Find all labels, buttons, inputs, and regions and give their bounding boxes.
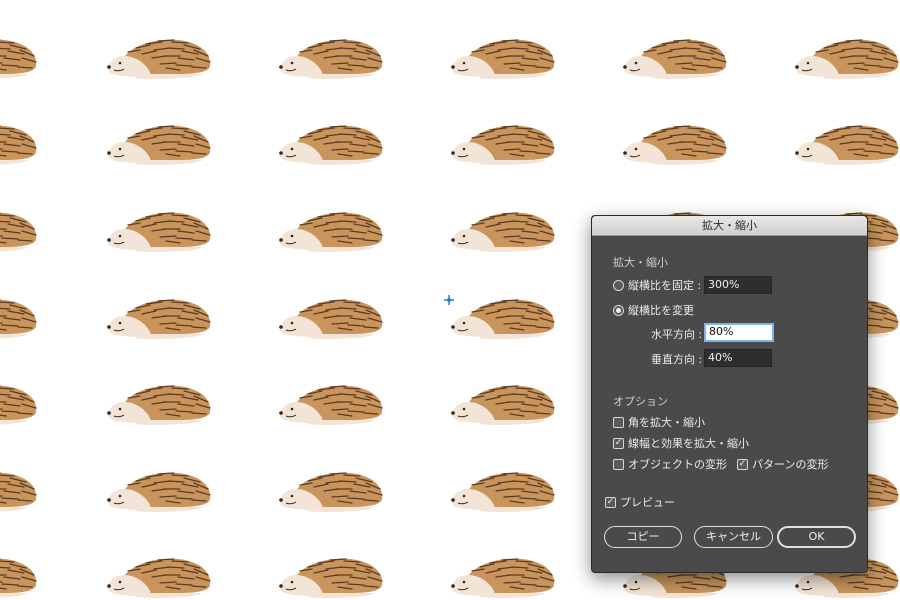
scale-dialog: 拡大・縮小 拡大・縮小 縦横比を固定 : 300% 縦横比を変更 水平方向 : … — [591, 215, 868, 573]
hedgehog-icon[interactable] — [0, 207, 44, 253]
scale-section-label: 拡大・縮小 — [613, 256, 668, 269]
hedgehog-icon[interactable] — [794, 120, 900, 166]
hedgehog-icon[interactable] — [0, 380, 44, 426]
hedgehog-icon[interactable] — [278, 467, 390, 513]
checkmark-icon: ✓ — [614, 437, 623, 448]
preview-label: プレビュー — [620, 496, 675, 509]
vertical-scale-input[interactable]: 40% — [704, 349, 772, 367]
hedgehog-icon[interactable] — [450, 207, 562, 253]
hedgehog-icon[interactable] — [450, 34, 562, 80]
vertical-label: 垂直方向 : — [651, 353, 703, 366]
hedgehog-icon[interactable] — [106, 467, 218, 513]
scale-strokes-checkbox[interactable]: ✓ — [613, 437, 624, 449]
hedgehog-icon[interactable] — [0, 553, 44, 599]
uniform-radio[interactable] — [613, 279, 624, 291]
hedgehog-icon[interactable] — [794, 34, 900, 80]
hedgehog-icon[interactable] — [0, 34, 44, 80]
transform-patterns-checkbox[interactable]: ✓ — [737, 458, 748, 470]
hedgehog-icon[interactable] — [278, 294, 390, 340]
nonuniform-radio[interactable] — [613, 304, 624, 316]
hedgehog-icon[interactable] — [450, 553, 562, 599]
hedgehog-icon[interactable] — [106, 294, 218, 340]
hedgehog-icon[interactable] — [106, 553, 218, 599]
hedgehog-icon[interactable] — [0, 467, 44, 513]
scale-strokes-label: 線幅と効果を拡大・縮小 — [628, 437, 749, 450]
hedgehog-icon[interactable] — [278, 380, 390, 426]
hedgehog-icon[interactable] — [106, 120, 218, 166]
hedgehog-icon[interactable] — [278, 207, 390, 253]
hedgehog-icon[interactable] — [0, 120, 44, 166]
scale-corners-option[interactable]: 角を拡大・縮小 — [613, 414, 705, 430]
hedgehog-icon[interactable] — [278, 120, 390, 166]
hedgehog-icon[interactable] — [622, 34, 734, 80]
uniform-scale-input[interactable]: 300% — [704, 276, 772, 294]
transform-patterns-option[interactable]: ✓ パターンの変形 — [737, 456, 828, 472]
hedgehog-icon[interactable] — [106, 34, 218, 80]
scale-corners-label: 角を拡大・縮小 — [628, 416, 705, 429]
transform-objects-checkbox[interactable] — [613, 458, 624, 470]
hedgehog-icon[interactable] — [450, 380, 562, 426]
horizontal-scale-input[interactable]: 80% — [704, 323, 774, 342]
dialog-title[interactable]: 拡大・縮小 — [592, 216, 867, 236]
hedgehog-icon[interactable] — [106, 380, 218, 426]
hedgehog-icon[interactable] — [450, 120, 562, 166]
hedgehog-icon[interactable] — [278, 553, 390, 599]
scale-corners-checkbox[interactable] — [613, 416, 624, 428]
preview-option[interactable]: ✓ プレビュー — [605, 494, 675, 510]
checkmark-icon: ✓ — [738, 458, 747, 469]
hedgehog-icon[interactable] — [106, 207, 218, 253]
scale-strokes-option[interactable]: ✓ 線幅と効果を拡大・縮小 — [613, 435, 749, 451]
ok-button[interactable]: OK — [777, 526, 856, 548]
uniform-option[interactable]: 縦横比を固定 : — [613, 277, 701, 293]
cancel-button[interactable]: キャンセル — [694, 526, 773, 548]
horizontal-label: 水平方向 : — [651, 328, 703, 341]
transform-objects-option[interactable]: オブジェクトの変形 — [613, 456, 727, 472]
hedgehog-icon[interactable] — [278, 34, 390, 80]
hedgehog-icon[interactable] — [622, 120, 734, 166]
options-section-label: オプション — [613, 395, 668, 408]
nonuniform-option[interactable]: 縦横比を変更 — [613, 302, 694, 318]
preview-checkbox[interactable]: ✓ — [605, 496, 616, 508]
hedgehog-icon[interactable] — [0, 294, 44, 340]
nonuniform-label: 縦横比を変更 — [628, 304, 694, 317]
transform-objects-label: オブジェクトの変形 — [628, 458, 727, 471]
hedgehog-icon[interactable] — [450, 294, 562, 340]
hedgehog-icon[interactable] — [450, 467, 562, 513]
checkmark-icon: ✓ — [606, 496, 615, 507]
copy-button[interactable]: コピー — [604, 526, 682, 548]
uniform-label: 縦横比を固定 : — [628, 279, 702, 292]
transform-patterns-label: パターンの変形 — [752, 458, 829, 471]
